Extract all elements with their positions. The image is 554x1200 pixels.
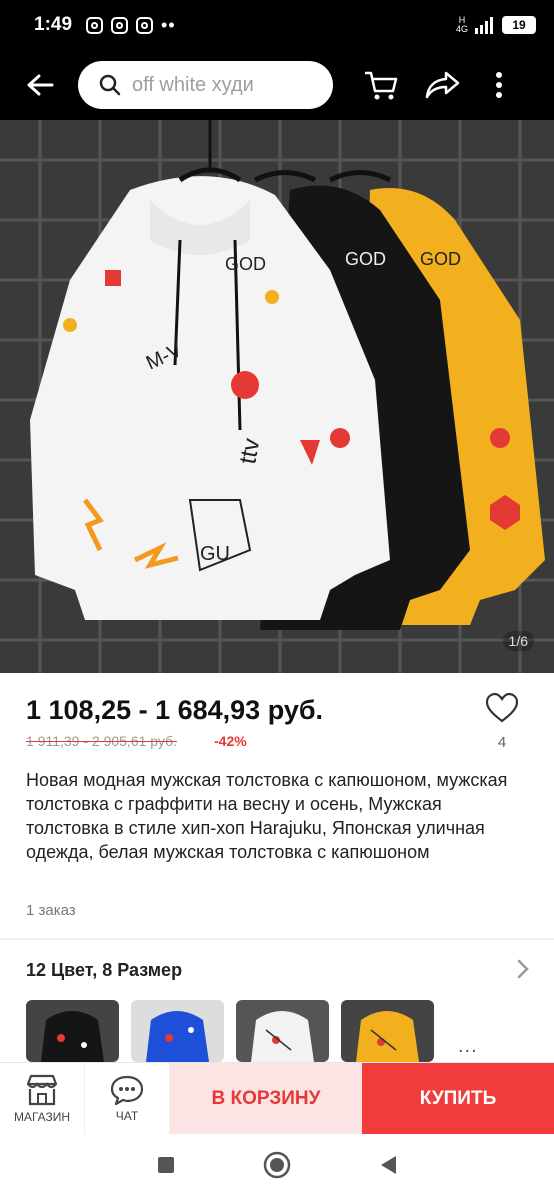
discount-badge: -42% — [214, 733, 247, 749]
chat-button[interactable]: ЧАТ — [85, 1063, 170, 1134]
variant-thumb-blue[interactable] — [131, 1000, 224, 1062]
price-section: 1 108,25 - 1 684,93 руб. 1 911,39 - 2 90… — [0, 673, 554, 768]
battery-icon: 19 — [502, 16, 536, 34]
chat-label: ЧАТ — [115, 1108, 139, 1123]
image-counter: 1/6 — [502, 631, 534, 651]
network-type: H 4G — [455, 15, 468, 34]
svg-text:GOD: GOD — [420, 249, 461, 269]
top-bar: off white худи — [0, 50, 554, 120]
status-bar: 1:49 •• H 4G 19 — [0, 0, 554, 50]
variant-thumb-black[interactable] — [26, 1000, 119, 1062]
nav-square-icon — [158, 1156, 174, 1173]
instagram-icon — [111, 16, 129, 34]
search-icon — [99, 74, 121, 96]
nav-circle-icon — [263, 1151, 291, 1178]
search-placeholder: off white худи — [132, 73, 254, 96]
home-button[interactable] — [263, 1151, 291, 1184]
store-button[interactable]: МАГАЗИН — [0, 1063, 85, 1134]
instagram-icon — [86, 16, 104, 34]
old-price: 1 911,39 - 2 905,61 руб. — [26, 733, 177, 749]
buy-now-button[interactable]: КУПИТЬ — [362, 1063, 554, 1134]
more-vertical-icon — [496, 72, 502, 98]
search-input[interactable]: off white худи — [78, 61, 333, 109]
orders-count: 1 заказ — [26, 902, 76, 919]
variant-thumb-yellow[interactable] — [341, 1000, 434, 1062]
system-back-button[interactable] — [379, 1155, 397, 1180]
variants-chevron[interactable] — [516, 958, 530, 985]
system-navigation-bar — [0, 1134, 554, 1200]
variant-thumb-white[interactable] — [236, 1000, 329, 1062]
chevron-right-icon — [517, 959, 529, 979]
notification-icons: •• — [86, 15, 176, 36]
back-arrow-icon — [27, 74, 54, 96]
more-notifications-icon: •• — [161, 14, 176, 35]
divider — [0, 938, 554, 940]
instagram-icon — [136, 16, 154, 34]
product-price: 1 108,25 - 1 684,93 руб. — [26, 695, 324, 725]
more-variants[interactable]: ... — [458, 1035, 478, 1058]
nav-back-icon — [381, 1155, 396, 1174]
svg-text:GOD: GOD — [225, 254, 266, 274]
cart-icon — [365, 71, 398, 100]
share-button[interactable] — [417, 55, 469, 115]
chat-icon — [110, 1075, 144, 1105]
back-button[interactable] — [10, 55, 70, 115]
svg-text:GU: GU — [200, 543, 230, 565]
signal-icon — [475, 17, 493, 34]
bottom-action-bar: МАГАЗИН ЧАТ В КОРЗИНУ КУПИТЬ — [0, 1062, 554, 1134]
heart-icon — [485, 692, 519, 723]
product-title: Новая модная мужская толстовка с капюшон… — [26, 770, 508, 862]
variant-thumbnails — [26, 1000, 434, 1062]
product-image-gallery[interactable]: M-V GOD ttv GU GOD GOD 1/6 — [0, 120, 554, 673]
favorite-button[interactable]: 4 — [482, 692, 522, 751]
product-image: M-V GOD ttv GU GOD GOD — [0, 120, 554, 673]
more-button[interactable] — [473, 55, 525, 115]
svg-text:GOD: GOD — [345, 249, 386, 269]
svg-text:ttv: ttv — [234, 436, 265, 466]
favorites-count: 4 — [497, 734, 507, 751]
share-icon — [425, 71, 460, 99]
recents-button[interactable] — [157, 1156, 175, 1179]
variants-heading[interactable]: 12 Цвет, 8 Размер — [26, 960, 182, 981]
add-to-cart-button[interactable]: В КОРЗИНУ — [170, 1063, 362, 1134]
store-label: МАГАЗИН — [13, 1109, 71, 1124]
store-icon — [26, 1074, 58, 1105]
status-time: 1:49 — [34, 14, 73, 35]
cart-button[interactable] — [355, 55, 407, 115]
